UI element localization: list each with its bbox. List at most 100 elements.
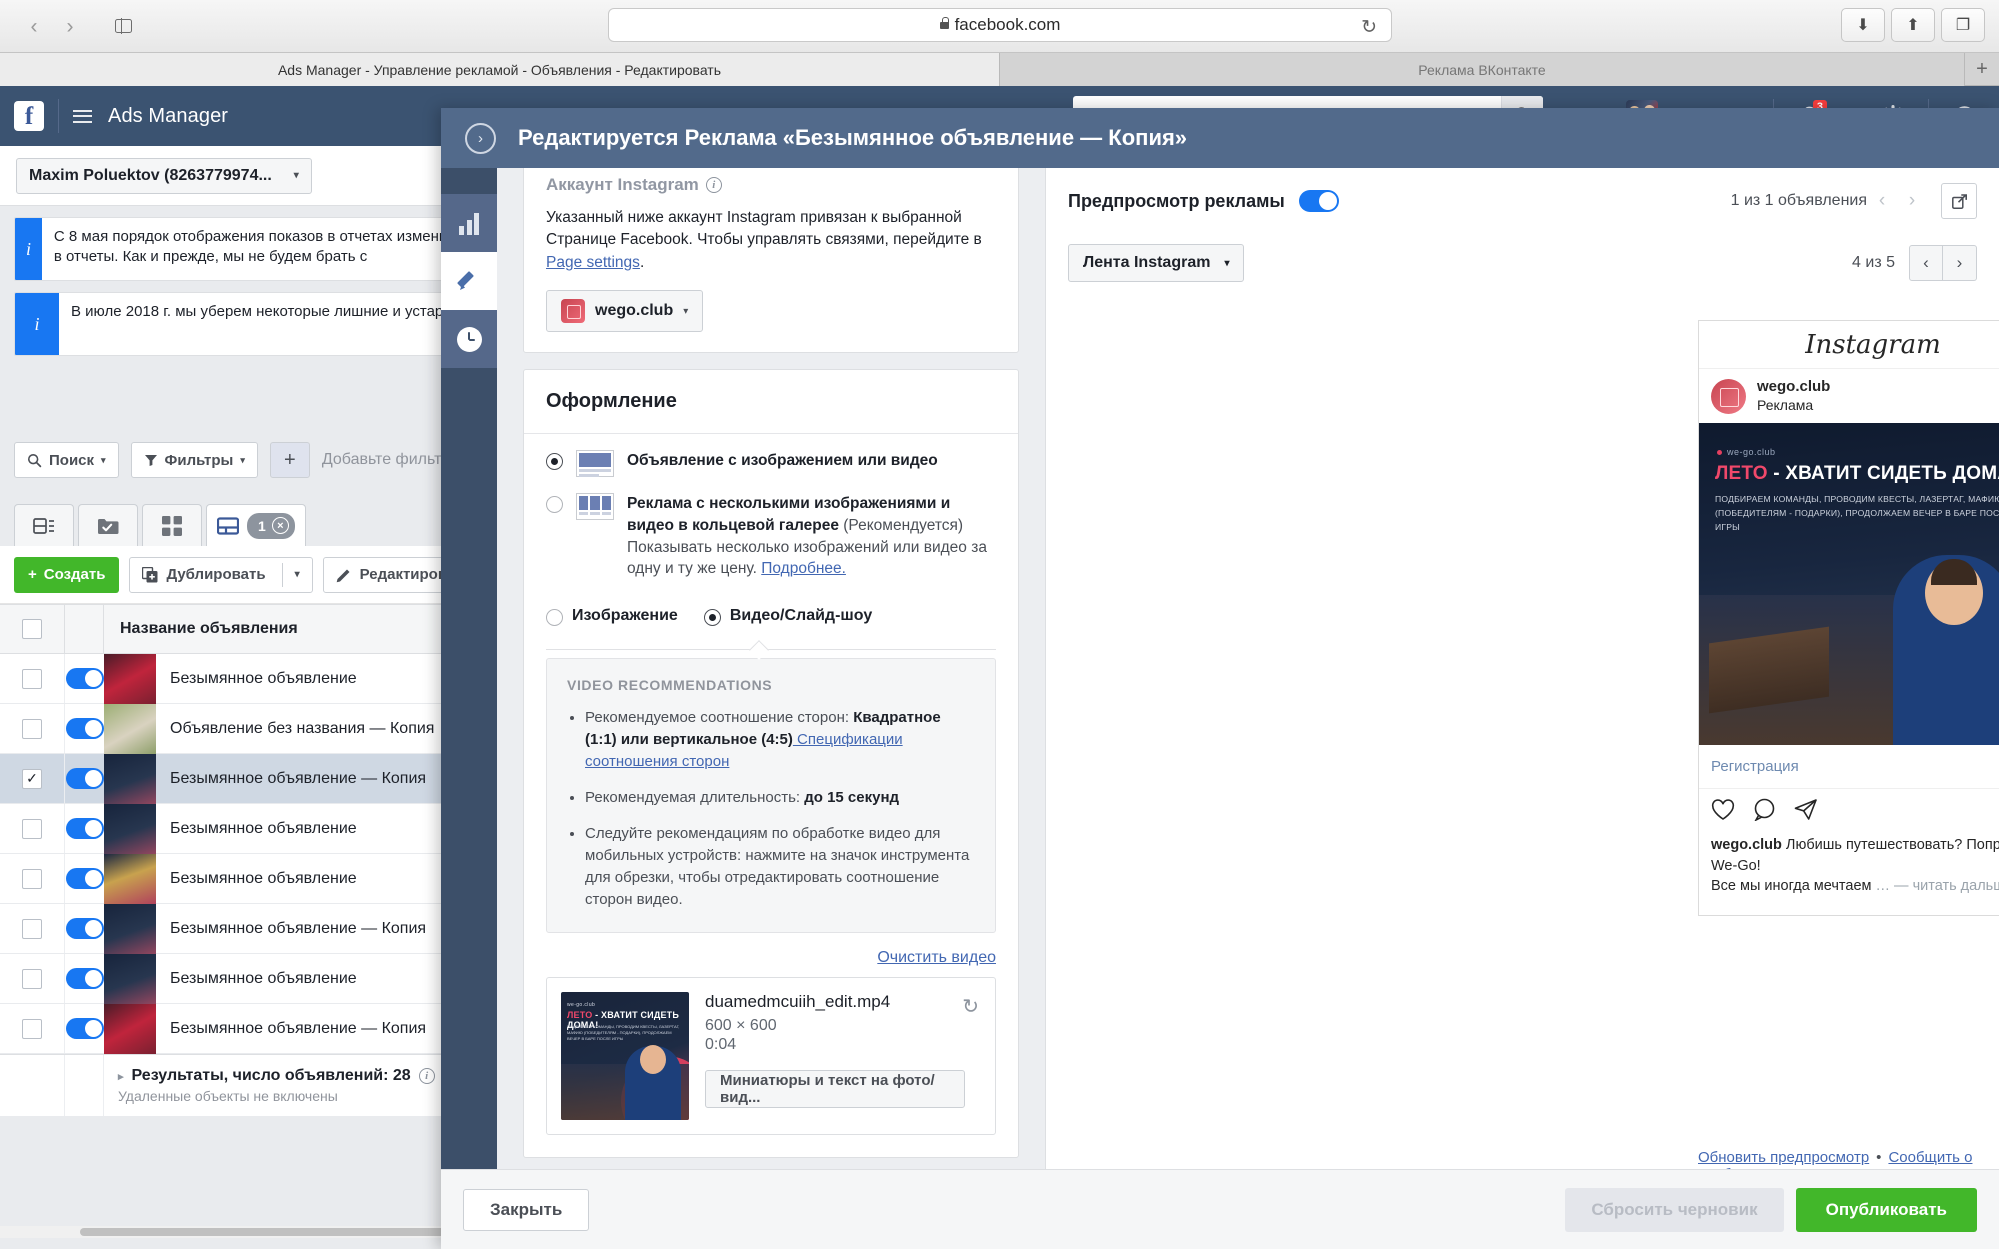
preview-next-icon[interactable]: › [1897,190,1927,212]
back-icon[interactable]: ‹ [16,11,52,41]
menu-icon[interactable] [73,109,92,123]
reset-draft-button[interactable]: Сбросить черновик [1565,1187,1784,1232]
status-toggle[interactable] [65,968,104,989]
sidebar-toggle-button[interactable] [102,11,144,41]
ad-name[interactable]: Безымянное объявление [156,870,357,888]
preview-prev-icon[interactable]: ‹ [1867,190,1897,212]
row-toggle-cell[interactable] [64,1004,104,1053]
expand-triangle-icon[interactable]: ▸ [118,1070,124,1083]
row-toggle-cell[interactable] [64,654,104,703]
share-icon[interactable]: ⬆ [1891,8,1935,42]
select-all-cell[interactable] [0,619,64,639]
account-selector[interactable]: Maxim Poluektov (8263779974... ▾ [16,157,312,194]
status-toggle[interactable] [65,718,104,739]
row-checkbox[interactable] [22,818,42,839]
page-settings-link[interactable]: Page settings [546,254,640,271]
ads-tab-count-chip[interactable]: 1 × [247,512,295,539]
row-select-cell[interactable] [0,668,64,689]
ad-name[interactable]: Безымянное объявление [156,670,357,688]
ad-name[interactable]: Безымянное объявление [156,970,357,988]
chevron-down-icon[interactable]: ▾ [295,569,300,580]
row-select-cell[interactable] [0,1018,64,1039]
carousel-learn-more-link[interactable]: Подробнее. [761,560,846,577]
refresh-preview-link[interactable]: Обновить предпросмотр [1698,1149,1869,1166]
media-type-video[interactable]: Видео/Слайд-шоу [703,606,872,627]
ad-name[interactable]: Объявление без названия — Копия [156,720,434,738]
analytics-rail-icon[interactable] [441,194,497,252]
status-toggle[interactable] [65,1018,104,1039]
row-select-cell[interactable] [0,818,64,839]
radio-carousel[interactable] [546,496,563,514]
clear-video-link[interactable]: Очистить видео [877,949,996,966]
info-icon[interactable]: i [705,177,722,193]
like-icon[interactable] [1711,798,1735,826]
comment-icon[interactable] [1753,798,1776,826]
close-button[interactable]: Закрыть [463,1188,590,1231]
open-external-icon[interactable] [1941,183,1977,219]
row-select-cell[interactable] [0,718,64,739]
placement-prev-button[interactable]: ‹ [1909,245,1943,281]
row-checkbox[interactable] [22,968,42,989]
preview-toggle[interactable] [1298,190,1339,212]
status-toggle[interactable] [65,768,104,789]
browser-tab-inactive[interactable]: Реклама ВКонтакте [1000,53,1965,86]
video-thumbnail[interactable]: we-go.club ЛЕТО - ХВАТИТ СИДЕТЬ ДОМА! ПО… [561,991,689,1120]
row-checkbox[interactable] [22,868,42,889]
status-toggle[interactable] [65,818,104,839]
search-filter-button[interactable]: Поиск ▾ [14,442,119,478]
share-icon[interactable] [1794,798,1817,826]
status-toggle[interactable] [65,918,104,939]
media-type-image[interactable]: Изображение [546,606,678,627]
add-filter-button[interactable]: + [269,442,310,478]
edit-rail-icon[interactable] [441,252,497,310]
instagram-preview-cta[interactable]: Регистрация › [1699,745,1999,789]
grid-tab[interactable] [142,504,202,546]
new-tab-button[interactable]: + [1965,53,1999,85]
row-toggle-cell[interactable] [64,754,104,803]
format-option-single[interactable]: Объявление с изображением или видео [546,450,996,478]
row-checkbox[interactable] [22,1018,42,1039]
row-checkbox[interactable] [22,918,42,939]
reload-icon[interactable]: ↻ [1361,16,1377,39]
address-bar[interactable]: facebook.com ↻ [608,8,1392,42]
placement-next-button[interactable]: › [1943,245,1977,281]
history-rail-icon[interactable] [441,310,497,368]
instagram-account-selector[interactable]: wego.club ▾ [546,290,704,333]
row-select-cell[interactable] [0,968,64,989]
radio-video[interactable] [703,609,721,627]
ad-name[interactable]: Безымянное объявление — Копия [156,920,426,938]
row-toggle-cell[interactable] [64,904,104,953]
select-all-checkbox[interactable] [22,619,42,639]
row-checkbox[interactable]: ✓ [22,768,42,789]
tab-overview-icon[interactable]: ❐ [1941,8,1985,42]
info-icon[interactable]: i [418,1068,435,1084]
status-toggle[interactable] [65,868,104,889]
read-more-link[interactable]: читать дальше [1913,878,1999,894]
create-button[interactable]: + Создать [14,556,120,593]
campaigns-tab[interactable] [14,504,74,546]
refresh-icon[interactable]: ↻ [962,994,979,1019]
filters-button[interactable]: Фильтры ▾ [130,442,258,478]
forward-icon[interactable]: › [52,11,88,41]
radio-single-image[interactable] [546,453,563,471]
ad-name[interactable]: Безымянное объявление [156,820,357,838]
ad-name[interactable]: Безымянное объявление — Копия [156,1020,426,1038]
collapse-panel-icon[interactable]: › [465,122,496,154]
row-toggle-cell[interactable] [64,854,104,903]
status-toggle[interactable] [65,668,104,689]
thumbnails-text-button[interactable]: Миниатюры и текст на фото/вид... [705,1069,965,1108]
browser-tab-active[interactable]: Ads Manager - Управление рекламой - Объя… [0,53,1000,86]
row-select-cell[interactable] [0,868,64,889]
row-checkbox[interactable] [22,718,42,739]
ads-tab[interactable]: 1 × [206,504,306,546]
radio-image[interactable] [546,609,563,627]
download-icon[interactable]: ⬇ [1841,8,1885,42]
row-toggle-cell[interactable] [64,804,104,853]
facebook-logo-icon[interactable]: f [14,101,44,131]
row-toggle-cell[interactable] [64,704,104,753]
row-checkbox[interactable] [22,668,42,689]
publish-button[interactable]: Опубликовать [1795,1187,1977,1232]
row-toggle-cell[interactable] [64,954,104,1003]
adsets-tab[interactable] [78,504,138,546]
duplicate-button[interactable]: Дублировать ▾ [129,556,313,593]
